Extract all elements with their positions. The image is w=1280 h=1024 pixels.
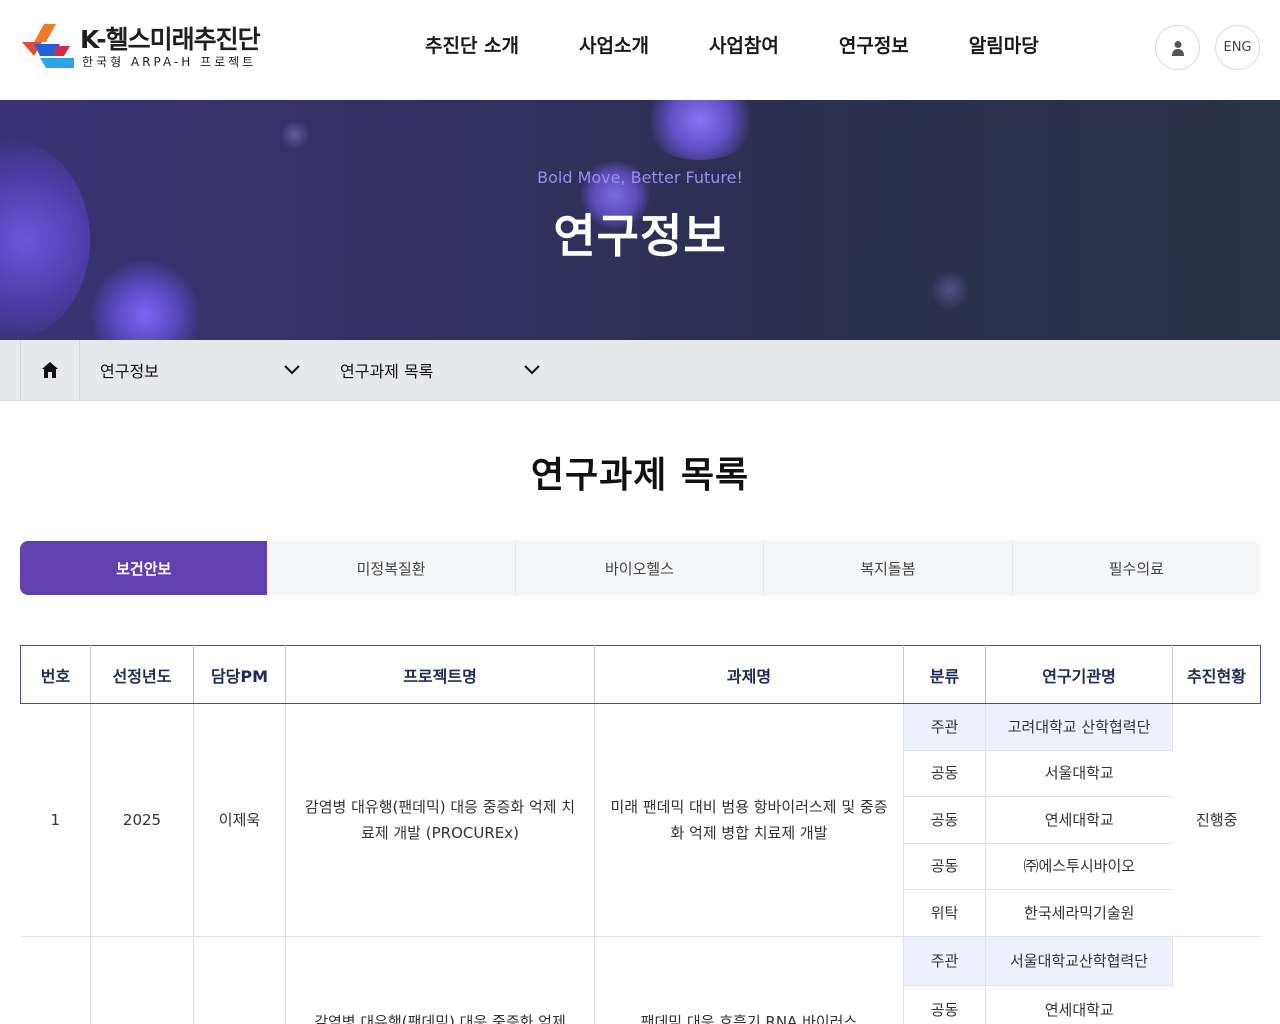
cell-org-name: 서울대학교산학협력단 — [985, 936, 1173, 986]
hero-decoration — [280, 120, 310, 150]
cell-org-name: 고려대학교 산학협력단 — [985, 703, 1173, 751]
location-depth1-label: 연구정보 — [100, 362, 159, 381]
tab-health-security[interactable]: 보건안보 — [20, 541, 268, 595]
cell-year: 2025 — [90, 703, 194, 937]
chevron-down-icon — [284, 365, 300, 375]
cell-org-name: ㈜에스투시바이오 — [985, 843, 1173, 890]
location-bar: 연구정보 연구과제 목록 — [0, 340, 1280, 401]
nav-item-participation[interactable]: 사업참여 — [679, 30, 809, 62]
cell-task: 팬데믹 대응 호흡기 RNA 바이러스 — [594, 936, 904, 1024]
table-row: 감염병 대유행(팬데믹) 대응 중증화 억제 팬데믹 대응 호흡기 RNA 바이… — [20, 936, 1261, 1024]
cell-org-type: 주관 — [903, 703, 986, 751]
login-button[interactable] — [1155, 25, 1200, 70]
col-header-type: 분류 — [903, 645, 986, 704]
cell-org-type: 공동 — [903, 750, 986, 797]
site-header: K-헬스미래추진단 한국형 ARPA-H 프로젝트 추진단 소개 사업소개 사업… — [0, 0, 1280, 100]
research-table-wrapper: 번호 선정년도 담당PM 프로젝트명 과제명 분류 연구기관명 추진현황 1 2… — [20, 645, 1261, 1024]
tab-essential-medicine[interactable]: 필수의료 — [1013, 541, 1260, 595]
tab-biohealth[interactable]: 바이오헬스 — [516, 541, 765, 595]
hero-title: 연구정보 — [553, 209, 727, 263]
col-header-status: 추진현황 — [1172, 645, 1261, 704]
nav-item-notice[interactable]: 알림마당 — [939, 30, 1069, 62]
cell-status: 진행중 — [1172, 703, 1261, 937]
hero-decoration — [640, 100, 760, 160]
location-depth2-label: 연구과제 목록 — [340, 362, 434, 381]
cell-project: 감염병 대유행(팬데믹) 대응 중증화 억제 치료제 개발 (PROCUREx) — [285, 703, 595, 937]
col-header-number: 번호 — [20, 645, 91, 704]
hero-decoration — [930, 270, 970, 310]
cell-pm — [193, 936, 286, 1024]
location-depth2-select[interactable]: 연구과제 목록 — [320, 340, 560, 400]
table-row: 1 2025 이제욱 감염병 대유행(팬데믹) 대응 중증화 억제 치료제 개발… — [20, 703, 1261, 937]
research-table: 번호 선정년도 담당PM 프로젝트명 과제명 분류 연구기관명 추진현황 1 2… — [20, 645, 1261, 1024]
cell-org-type: 공동 — [903, 843, 986, 890]
site-logo[interactable]: K-헬스미래추진단 한국형 ARPA-H 프로젝트 — [20, 20, 270, 72]
tab-unconquered-disease[interactable]: 미정복질환 — [267, 541, 516, 595]
page-title: 연구과제 목록 — [530, 455, 750, 496]
home-icon — [42, 362, 58, 378]
logo-subtitle: 한국형 ARPA-H 프로젝트 — [82, 55, 257, 69]
hero-decoration — [90, 260, 200, 340]
main-nav: 추진단 소개 사업소개 사업참여 연구정보 알림마당 — [395, 30, 1069, 62]
category-tabs: 보건안보 미정복질환 바이오헬스 복지돌봄 필수의료 — [20, 541, 1260, 595]
col-header-org: 연구기관명 — [985, 645, 1173, 704]
home-button[interactable] — [20, 340, 80, 400]
utility-menu: ENG — [1155, 25, 1260, 70]
logo-title: K-헬스미래추진단 — [80, 25, 261, 54]
cell-number: 1 — [20, 703, 91, 937]
cell-org-type: 위탁 — [903, 889, 986, 937]
cell-org-type: 주관 — [903, 936, 986, 986]
cell-year — [90, 936, 194, 1024]
cell-project: 감염병 대유행(팬데믹) 대응 중증화 억제 — [285, 936, 595, 1024]
nav-item-research[interactable]: 연구정보 — [809, 30, 939, 62]
cell-org-type: 공동 — [903, 796, 986, 844]
logo-mark-icon — [22, 24, 74, 68]
hero-subtitle: Bold Move, Better Future! — [537, 168, 743, 187]
nav-item-about[interactable]: 추진단 소개 — [395, 30, 549, 62]
col-header-project: 프로젝트명 — [285, 645, 595, 704]
col-header-year: 선정년도 — [90, 645, 194, 704]
language-button[interactable]: ENG — [1215, 25, 1260, 70]
table-header-row: 번호 선정년도 담당PM 프로젝트명 과제명 분류 연구기관명 추진현황 — [20, 645, 1261, 704]
col-header-task: 과제명 — [594, 645, 904, 704]
col-header-pm: 담당PM — [193, 645, 286, 704]
cell-task: 미래 팬데믹 대비 범용 항바이러스제 및 중증화 억제 병합 치료제 개발 — [594, 703, 904, 937]
cell-org-name: 한국세라믹기술원 — [985, 889, 1173, 937]
cell-org-name: 서울대학교 — [985, 750, 1173, 797]
cell-org-name: 연세대학교 — [985, 796, 1173, 844]
tab-welfare-care[interactable]: 복지돌봄 — [764, 541, 1013, 595]
hero-banner: Bold Move, Better Future! 연구정보 — [0, 100, 1280, 340]
cell-org-type: 공동 — [903, 985, 986, 1024]
nav-item-business[interactable]: 사업소개 — [549, 30, 679, 62]
user-icon — [1171, 40, 1184, 56]
cell-number — [20, 936, 91, 1024]
chevron-down-icon — [524, 365, 540, 375]
location-depth1-select[interactable]: 연구정보 — [80, 340, 320, 400]
cell-org-name: 연세대학교 — [985, 985, 1173, 1024]
cell-pm: 이제욱 — [193, 703, 286, 937]
cell-status — [1172, 936, 1261, 1024]
